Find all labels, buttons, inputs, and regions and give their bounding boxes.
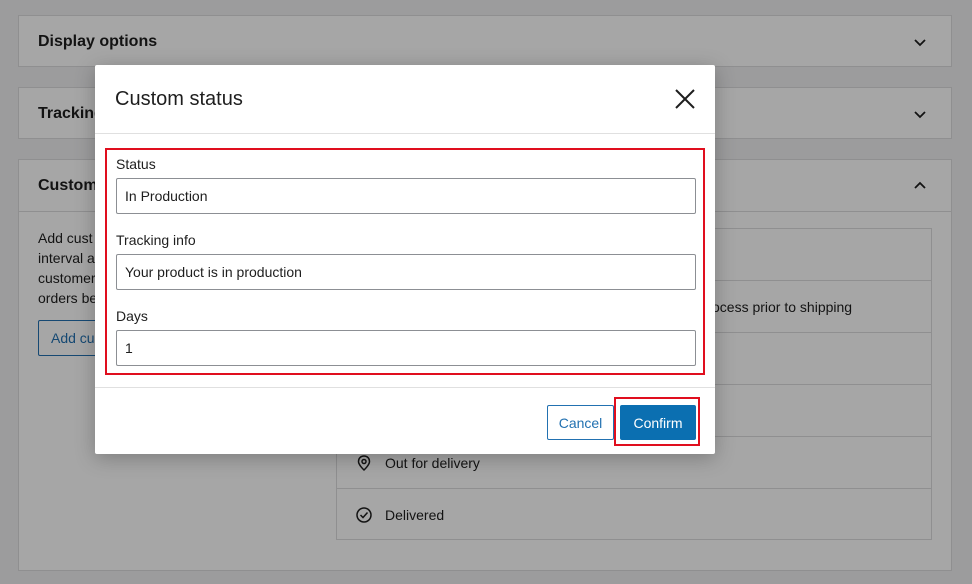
tracking-info-label: Tracking info (116, 232, 196, 248)
cancel-button[interactable]: Cancel (547, 405, 614, 440)
page: Display options Tracking Custom Add cust… (0, 0, 972, 584)
days-input[interactable] (116, 330, 696, 366)
modal-header: Custom status (95, 65, 715, 134)
days-label: Days (116, 308, 148, 324)
confirm-highlight: Confirm (614, 397, 700, 446)
modal-footer: Cancel Confirm (95, 387, 715, 454)
tracking-info-input[interactable] (116, 254, 696, 290)
confirm-button[interactable]: Confirm (620, 405, 696, 440)
status-form: Status Tracking info Days (105, 148, 705, 375)
status-input[interactable] (116, 178, 696, 214)
modal-title: Custom status (115, 87, 243, 110)
custom-status-modal: Custom status Status Tracking info Days … (95, 65, 715, 454)
close-icon[interactable] (673, 87, 697, 111)
status-label: Status (116, 156, 156, 172)
